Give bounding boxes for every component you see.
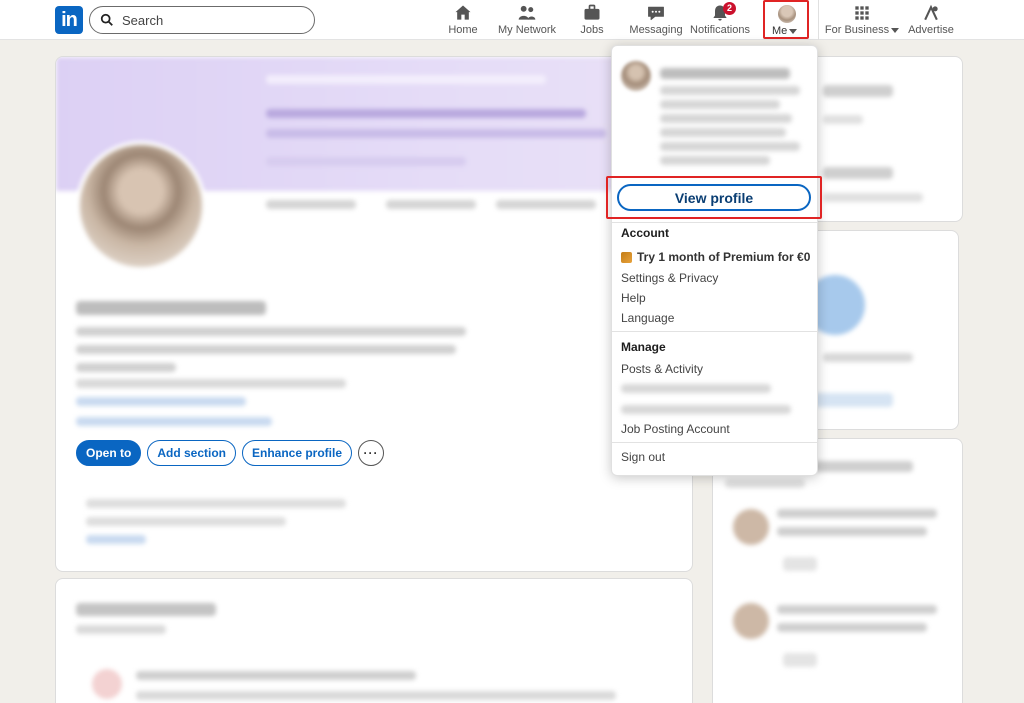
suggested-card (55, 578, 693, 703)
more-options-button[interactable]: ··· (358, 440, 385, 466)
nav-advertise-label: Advertise (908, 24, 954, 36)
chevron-down-icon (789, 28, 798, 34)
help-link[interactable]: Help (621, 291, 646, 305)
language-link[interactable]: Language (621, 311, 674, 325)
messaging-icon (648, 6, 664, 21)
nav-for-business-label: For Business (824, 24, 890, 36)
dropdown-divider (612, 222, 817, 223)
dropdown-divider (612, 331, 817, 332)
nav-for-business-label-wrap: For Business (824, 24, 900, 36)
briefcase-icon (584, 4, 600, 20)
profile-photo (76, 141, 206, 271)
grid-icon (855, 6, 869, 20)
dropdown-divider (612, 442, 817, 443)
premium-trial-label: Try 1 month of Premium for €0 (637, 250, 811, 264)
profile-card: Open to Add section Enhance profile ··· (55, 56, 693, 572)
nav-messaging-label: Messaging (629, 24, 683, 36)
settings-privacy-link[interactable]: Settings & Privacy (621, 271, 718, 285)
enhance-profile-button[interactable]: Enhance profile (242, 440, 353, 466)
account-section-title: Account (621, 226, 669, 240)
chevron-down-icon (891, 27, 900, 33)
avatar (621, 61, 651, 91)
posts-activity-link[interactable]: Posts & Activity (621, 362, 703, 376)
premium-trial-link[interactable]: Try 1 month of Premium for €0 (621, 250, 810, 264)
nav-notifications[interactable]: 2 Notifications (690, 2, 750, 38)
job-posting-account-link[interactable]: Job Posting Account (621, 422, 730, 436)
nav-messaging[interactable]: Messaging (629, 2, 683, 38)
profile-action-row: Open to Add section Enhance profile ··· (76, 440, 385, 466)
open-to-button[interactable]: Open to (76, 440, 142, 466)
right-card-3 (712, 438, 963, 703)
nav-for-business[interactable]: For Business (824, 2, 900, 38)
advertise-icon (924, 4, 938, 21)
manage-section-title: Manage (621, 340, 666, 354)
nav-divider (818, 0, 819, 40)
nav-my-network[interactable]: My Network (498, 2, 556, 38)
search-input[interactable] (122, 12, 292, 28)
linkedin-logo[interactable]: in (55, 6, 83, 34)
nav-advertise[interactable]: Advertise (908, 2, 954, 38)
sign-out-link[interactable]: Sign out (621, 450, 665, 464)
view-profile-button[interactable]: View profile (617, 184, 811, 211)
nav-my-network-label: My Network (497, 24, 557, 36)
nav-me-label-wrap: Me (772, 25, 798, 37)
nav-home[interactable]: Home (448, 2, 478, 38)
notifications-badge: 2 (723, 2, 736, 15)
premium-icon (621, 251, 632, 263)
nav-jobs[interactable]: Jobs (578, 2, 606, 38)
search-icon (100, 13, 113, 26)
home-icon (455, 5, 471, 20)
avatar (778, 5, 796, 23)
search-box[interactable] (89, 6, 315, 34)
network-icon (518, 5, 536, 20)
nav-home-label: Home (448, 24, 478, 36)
nav-me-label: Me (772, 25, 788, 37)
add-section-button[interactable]: Add section (147, 440, 236, 466)
nav-me[interactable]: Me (763, 0, 809, 39)
top-nav-bar: in Home My Network Jobs Messaging 2 Noti… (0, 0, 1024, 40)
nav-notifications-label: Notifications (690, 24, 750, 36)
nav-jobs-label: Jobs (580, 24, 604, 36)
